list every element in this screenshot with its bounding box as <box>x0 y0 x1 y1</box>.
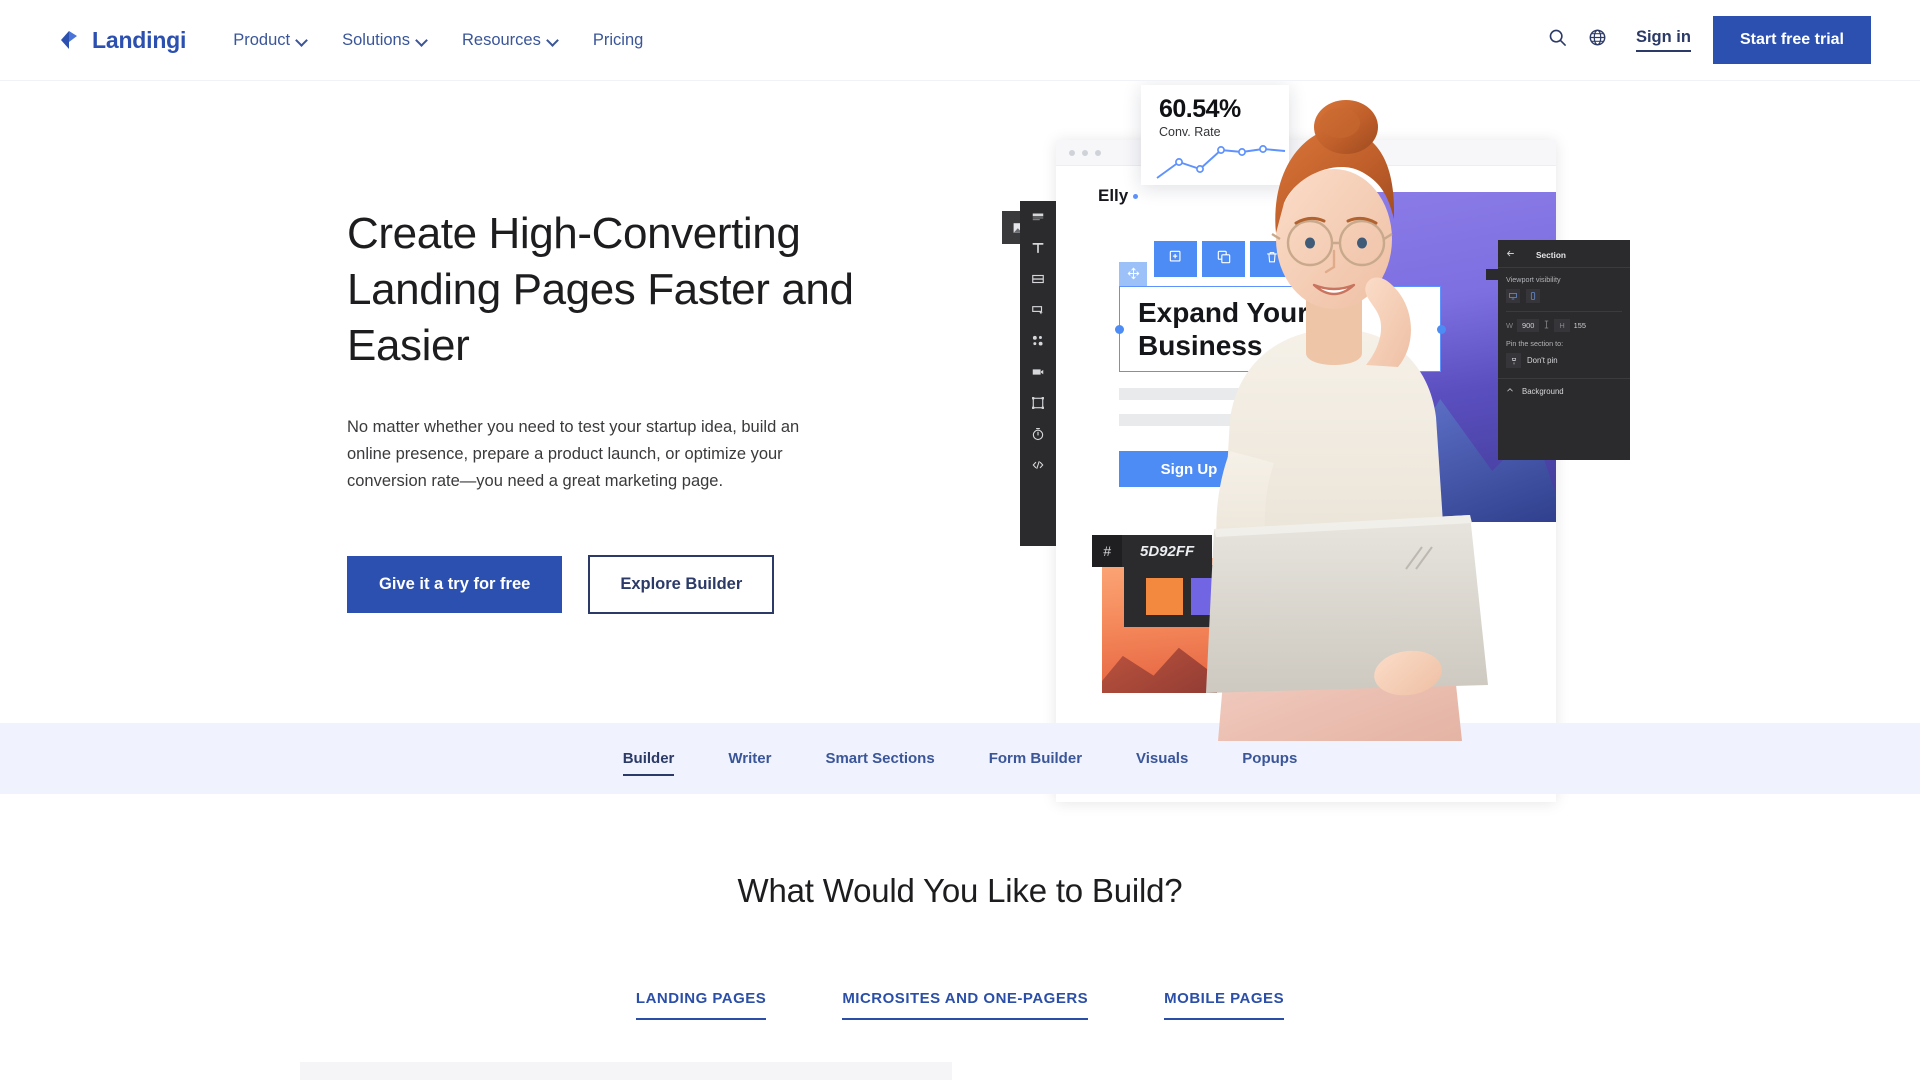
build-section-heading: What Would You Like to Build? <box>737 872 1183 909</box>
hero-cta-group: Give it a try for free Explore Builder <box>347 555 877 614</box>
viewport-visibility-group: Viewport visibility W 900 H 155 Pin the … <box>1498 268 1630 368</box>
height-value[interactable]: 155 <box>1574 321 1586 330</box>
build-tab-landing-pages[interactable]: LANDING PAGES <box>635 990 767 1020</box>
hero-heading: Create High-Converting Landing Pages Fas… <box>347 209 854 370</box>
video-icon <box>1032 368 1044 375</box>
feature-tabs: Builder Writer Smart Sections Form Build… <box>0 723 1920 794</box>
nav-item-product[interactable]: Product <box>233 21 325 60</box>
tool-section[interactable] <box>1020 201 1056 232</box>
window-dot-icon <box>1095 149 1101 156</box>
brand-logo[interactable]: Landingi <box>58 27 186 54</box>
language-button[interactable] <box>1578 20 1618 60</box>
build-section: What Would You Like to Build? LANDING PA… <box>0 794 1920 1080</box>
landingi-homepage: Landingi Product Solutions Resources Pri… <box>0 0 1920 1080</box>
nav-item-label: Product <box>233 30 291 49</box>
hero-paragraph: No matter whether you need to test your … <box>347 418 800 490</box>
pin-value: Don't pin <box>1527 356 1558 365</box>
height-key: H <box>1554 319 1570 332</box>
nav-item-label: Pricing <box>592 30 644 49</box>
explore-builder-button[interactable]: Explore Builder <box>588 555 775 614</box>
chevron-up-icon <box>1506 386 1514 396</box>
tab-builder[interactable]: Builder <box>596 740 702 777</box>
width-value[interactable]: 900 <box>1516 319 1540 332</box>
width-key: W <box>1506 321 1513 330</box>
chevron-down-icon <box>548 35 559 46</box>
desktop-icon[interactable] <box>1506 289 1520 303</box>
signin-link[interactable]: Sign in <box>1635 28 1691 52</box>
tab-smart-sections[interactable]: Smart Sections <box>798 740 961 777</box>
hex-prefix: # <box>1092 535 1122 567</box>
viewport-visibility-label: Viewport visibility <box>1506 275 1561 284</box>
chevron-down-icon <box>417 35 428 46</box>
window-dot-icon <box>1069 149 1075 156</box>
hero-copy: Create High-Converting Landing Pages Fas… <box>347 206 877 614</box>
section-icon <box>1032 213 1044 220</box>
build-preview-card <box>300 1062 952 1080</box>
arrow-left-icon[interactable] <box>1506 249 1515 260</box>
window-dot-icon <box>1082 149 1088 156</box>
panel-header: Section <box>1498 246 1630 268</box>
build-category-tabs: LANDING PAGES MICROSITES AND ONE-PAGERS … <box>0 990 1920 1020</box>
tool-button[interactable] <box>1020 294 1056 325</box>
build-tab-mobile-pages[interactable]: MOBILE PAGES <box>1164 990 1285 1020</box>
tool-video[interactable] <box>1020 356 1056 387</box>
hero-model-photo <box>1206 100 1488 741</box>
background-label: Background <box>1522 386 1564 396</box>
nav-item-label: Solutions <box>342 30 410 49</box>
resize-handle-left[interactable] <box>1115 325 1124 334</box>
pin-section-control[interactable]: Don't pin <box>1506 353 1622 368</box>
mockup-page-logo-text: Elly <box>1098 186 1129 205</box>
chevron-down-icon <box>297 35 308 46</box>
mockup-page-logo: Elly <box>1098 186 1139 206</box>
background-accordion[interactable]: Background <box>1498 378 1630 396</box>
landingi-diamond-logo-icon <box>58 28 82 52</box>
brand-name: Landingi <box>92 26 187 53</box>
timer-icon <box>1032 427 1044 440</box>
section-settings-panel: Section Viewport visibility W 900 H 155 … <box>1498 240 1630 460</box>
start-free-trial-button[interactable]: Start free trial <box>1712 16 1871 64</box>
tool-social[interactable] <box>1020 325 1056 356</box>
tool-frame[interactable] <box>1020 387 1056 418</box>
tool-timer[interactable] <box>1020 418 1056 449</box>
panel-title: Section <box>1536 249 1566 260</box>
nav-item-solutions[interactable]: Solutions <box>325 21 445 60</box>
code-icon <box>1032 460 1044 469</box>
nav-item-label: Resources <box>461 30 541 49</box>
tab-popups[interactable]: Popups <box>1215 740 1324 777</box>
tool-text[interactable] <box>1020 232 1056 263</box>
link-dimensions-icon[interactable] <box>1543 320 1550 331</box>
pin-icon <box>1506 353 1521 368</box>
tool-box[interactable] <box>1020 263 1056 294</box>
build-tab-microsites[interactable]: MICROSITES AND ONE-PAGERS <box>842 990 1089 1020</box>
move-icon <box>1127 267 1140 285</box>
text-icon <box>1032 242 1044 253</box>
hero-section: Create High-Converting Landing Pages Fas… <box>0 81 1920 802</box>
pin-section-label: Pin the section to: <box>1506 339 1564 348</box>
tab-writer[interactable]: Writer <box>701 740 798 777</box>
mobile-icon[interactable] <box>1526 289 1540 303</box>
search-button[interactable] <box>1538 20 1578 60</box>
globe-icon <box>1588 28 1607 52</box>
dimensions-row: W 900 H 155 <box>1506 311 1622 332</box>
tab-form-builder[interactable]: Form Builder <box>962 740 1109 777</box>
nav-item-resources[interactable]: Resources <box>445 21 576 60</box>
search-icon <box>1548 28 1567 52</box>
header-actions: Sign in Start free trial <box>1538 16 1871 64</box>
tab-visuals[interactable]: Visuals <box>1109 740 1215 777</box>
site-header: Landingi Product Solutions Resources Pri… <box>0 0 1920 81</box>
main-nav: Product Solutions Resources Pricing <box>233 21 660 60</box>
social-icon <box>1032 335 1043 346</box>
button-icon <box>1032 305 1044 314</box>
box-icon <box>1032 274 1044 283</box>
nav-item-pricing[interactable]: Pricing <box>576 21 660 60</box>
builder-left-toolbar <box>1020 201 1056 546</box>
logo-dot-icon <box>1133 194 1139 200</box>
frame-icon <box>1032 396 1044 409</box>
tool-code[interactable] <box>1020 449 1056 480</box>
give-it-a-try-button[interactable]: Give it a try for free <box>347 556 563 613</box>
hero-illustration: Elly Expand Your Business Sign Up 60.54%… <box>1002 81 1660 802</box>
